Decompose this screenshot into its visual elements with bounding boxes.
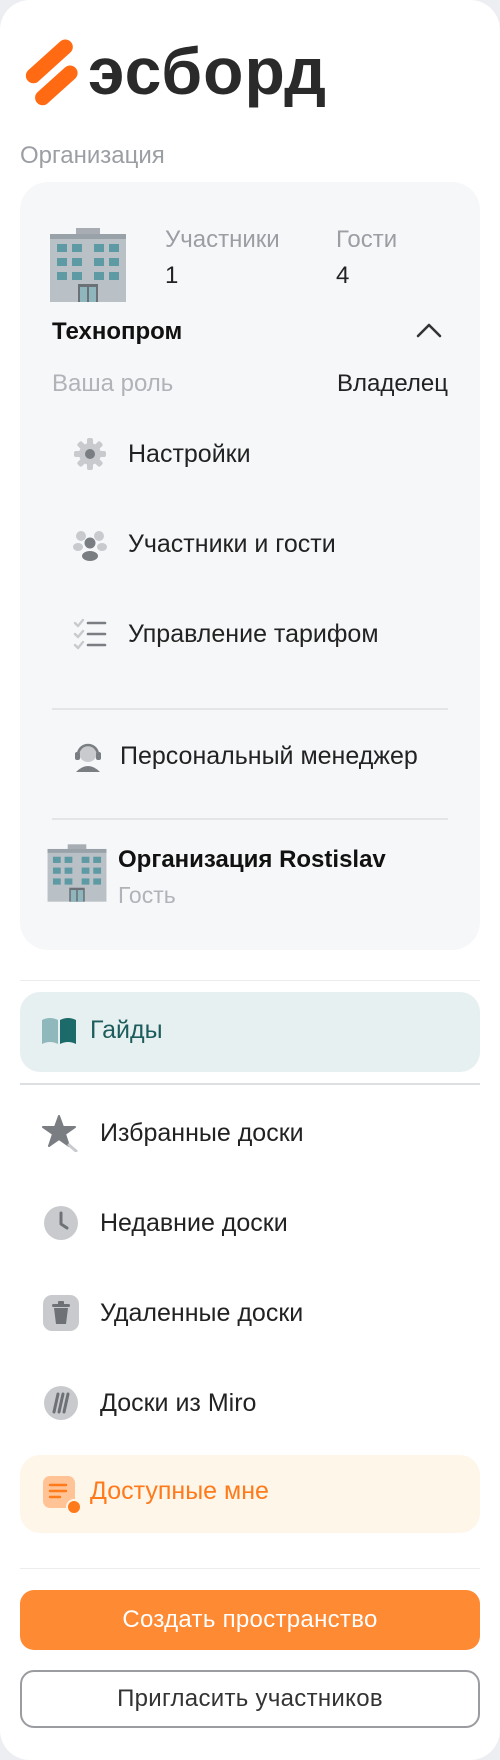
- nav-favorites-label: Избранные доски: [100, 1118, 304, 1147]
- nav-shared-label: Доступные мне: [90, 1477, 269, 1505]
- chevron-up-icon[interactable]: [414, 316, 444, 346]
- divider: [20, 980, 480, 981]
- nav-guides-label: Гайды: [90, 1016, 163, 1044]
- headset-icon: [72, 738, 104, 774]
- nav-miro-label: Доски из Miro: [100, 1388, 257, 1417]
- nav-miro[interactable]: Доски из Miro: [42, 1384, 256, 1422]
- role-value: Владелец: [336, 370, 448, 397]
- create-space-button[interactable]: Создать пространство: [20, 1590, 480, 1650]
- clock-icon: [42, 1204, 80, 1242]
- building-icon: [46, 844, 108, 902]
- organization-card: Участники 1 Гости 4 Технопром Ваша роль …: [20, 182, 480, 950]
- organization-section-label: Организация: [20, 142, 165, 169]
- nav-favorites[interactable]: Избранные доски: [42, 1114, 304, 1152]
- checklist-icon: [72, 616, 108, 652]
- guests-count: 4: [336, 262, 350, 289]
- members-count: 1: [165, 262, 179, 289]
- nav-recent[interactable]: Недавние доски: [42, 1204, 288, 1242]
- brand-logo-icon[interactable]: [24, 34, 80, 106]
- brand-name[interactable]: эсборд: [88, 38, 327, 104]
- building-icon: [48, 228, 128, 302]
- organization-name[interactable]: Технопром: [52, 318, 182, 346]
- invite-members-button[interactable]: Пригласить участников: [20, 1670, 480, 1728]
- other-organization-name[interactable]: Организация Rostislav: [118, 846, 386, 874]
- divider: [52, 708, 448, 710]
- nav-deleted-label: Удаленные доски: [100, 1298, 304, 1327]
- org-menu-label: Настройки: [128, 439, 251, 468]
- org-menu-tariff[interactable]: Управление тарифом: [72, 616, 379, 652]
- trash-icon: [42, 1294, 80, 1332]
- org-menu-label: Управление тарифом: [128, 619, 379, 648]
- nav-deleted[interactable]: Удаленные доски: [42, 1294, 303, 1332]
- divider: [52, 818, 448, 820]
- members-label: Участники: [165, 226, 280, 253]
- nav-recent-label: Недавние доски: [100, 1208, 288, 1237]
- personal-manager-label: Персональный менеджер: [120, 741, 418, 770]
- role-label: Ваша роль: [52, 370, 174, 397]
- org-menu-label: Участники и гости: [128, 529, 336, 558]
- sidebar-panel: эсборд Организация Участники 1 Гости 4 Т…: [0, 0, 500, 1760]
- org-menu-settings[interactable]: Настройки: [72, 436, 251, 472]
- miro-icon: [42, 1384, 80, 1422]
- nav-shared[interactable]: Доступные мне: [20, 1455, 480, 1533]
- guests-label: Гости: [336, 226, 398, 253]
- divider: [20, 1083, 480, 1085]
- people-icon: [72, 526, 108, 562]
- gear-icon: [72, 436, 108, 472]
- star-icon: [42, 1114, 80, 1152]
- nav-guides[interactable]: Гайды: [20, 992, 480, 1072]
- org-menu-members[interactable]: Участники и гости: [72, 526, 336, 562]
- other-organization-role: Гость: [118, 882, 176, 908]
- personal-manager-item[interactable]: Персональный менеджер: [72, 738, 418, 774]
- shared-doc-icon: [42, 1475, 82, 1515]
- divider: [20, 1568, 480, 1569]
- book-icon: [40, 1014, 78, 1048]
